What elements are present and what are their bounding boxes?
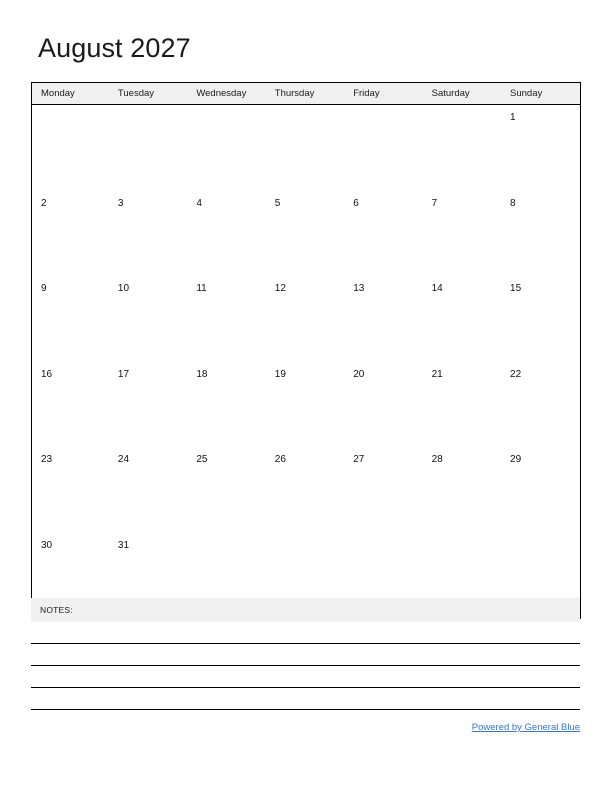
day-cell[interactable] [267, 105, 345, 191]
weekday-header-tuesday: Tuesday [109, 82, 189, 105]
notes-lines [31, 622, 580, 710]
day-cell[interactable]: 21 [424, 362, 502, 448]
day-cell[interactable]: 13 [345, 276, 423, 362]
weekday-header-wednesday: Wednesday [188, 82, 267, 105]
day-cell[interactable]: 29 [502, 447, 580, 533]
calendar-week-row: 1 [32, 105, 581, 191]
notes-label: NOTES: [40, 605, 73, 615]
day-cell[interactable]: 12 [267, 276, 345, 362]
day-cell[interactable]: 16 [32, 362, 110, 448]
notes-header-bar: NOTES: [31, 598, 580, 622]
day-cell[interactable] [32, 105, 110, 191]
notes-line[interactable] [31, 688, 580, 710]
notes-line[interactable] [31, 644, 580, 666]
weekday-header-thursday: Thursday [266, 82, 346, 105]
day-cell[interactable]: 2 [32, 191, 110, 277]
day-cell[interactable]: 4 [188, 191, 266, 277]
day-cell[interactable]: 25 [188, 447, 266, 533]
day-cell[interactable]: 28 [424, 447, 502, 533]
calendar-grid: Monday Tuesday Wednesday Thursday Friday… [31, 82, 581, 619]
day-cell[interactable]: 27 [345, 447, 423, 533]
weekday-header-sunday: Sunday [502, 82, 581, 105]
day-cell[interactable] [424, 105, 502, 191]
calendar-week-row: 9 10 11 12 13 14 15 [32, 276, 581, 362]
day-cell[interactable]: 17 [110, 362, 188, 448]
powered-by-link[interactable]: Powered by General Blue [472, 722, 580, 733]
calendar-week-row: 2 3 4 5 6 7 8 [32, 191, 581, 277]
day-cell[interactable]: 26 [267, 447, 345, 533]
day-cell[interactable]: 7 [424, 191, 502, 277]
notes-line[interactable] [31, 666, 580, 688]
weekday-header-friday: Friday [345, 82, 424, 105]
weekday-header-monday: Monday [31, 82, 110, 105]
footer: Powered by General Blue [31, 722, 580, 733]
day-cell[interactable]: 6 [345, 191, 423, 277]
weekday-header-saturday: Saturday [423, 82, 503, 105]
day-cell[interactable]: 9 [32, 276, 110, 362]
day-cell[interactable] [345, 105, 423, 191]
day-cell[interactable]: 14 [424, 276, 502, 362]
calendar-week-row: 16 17 18 19 20 21 22 [32, 362, 581, 448]
calendar-week-row: 23 24 25 26 27 28 29 [32, 447, 581, 533]
day-cell[interactable] [188, 105, 266, 191]
calendar-page: August 2027 Monday Tuesday Wednesday Thu… [0, 0, 612, 792]
day-cell[interactable]: 1 [502, 105, 580, 191]
calendar-body: 1 2 3 4 5 6 7 8 9 10 11 12 13 14 15 16 1… [32, 105, 581, 619]
notes-line[interactable] [31, 622, 580, 644]
day-cell[interactable] [110, 105, 188, 191]
day-cell[interactable]: 10 [110, 276, 188, 362]
day-cell[interactable]: 22 [502, 362, 580, 448]
day-cell[interactable]: 5 [267, 191, 345, 277]
day-cell[interactable]: 11 [188, 276, 266, 362]
day-cell[interactable]: 23 [32, 447, 110, 533]
calendar-header-row: Monday Tuesday Wednesday Thursday Friday… [31, 82, 581, 105]
day-cell[interactable]: 24 [110, 447, 188, 533]
day-cell[interactable]: 20 [345, 362, 423, 448]
day-cell[interactable]: 15 [502, 276, 580, 362]
day-cell[interactable]: 18 [188, 362, 266, 448]
page-title: August 2027 [38, 33, 191, 63]
day-cell[interactable]: 8 [502, 191, 580, 277]
day-cell[interactable]: 19 [267, 362, 345, 448]
day-cell[interactable]: 3 [110, 191, 188, 277]
